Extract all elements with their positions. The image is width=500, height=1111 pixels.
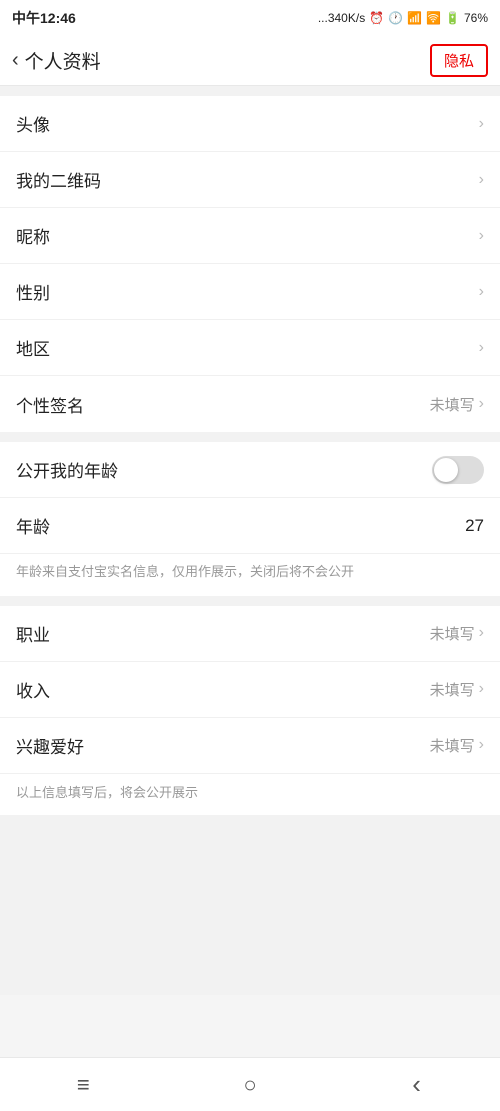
signal-icon: 📶 [407, 11, 422, 25]
battery-icon: 🔋 [445, 11, 460, 25]
signature-right: 未填写 › [430, 394, 484, 415]
wifi-icon: 🛜 [426, 11, 441, 25]
age-label: 年龄 [16, 513, 50, 538]
network-speed: ...340K/s [318, 11, 365, 25]
section-gap-bottom [0, 815, 500, 995]
section3-note: 以上信息填写后，将会公开展示 [0, 774, 500, 815]
signature-chevron-icon: › [479, 395, 484, 413]
public-age-label: 公开我的年龄 [16, 457, 118, 482]
nav-home-button[interactable]: ○ [220, 1065, 280, 1105]
interests-chevron-icon: › [479, 736, 484, 754]
interests-label: 兴趣爱好 [16, 733, 84, 758]
nav-bar: ‹ 个人资料 隐私 [0, 36, 500, 86]
section-gap-2 [0, 432, 500, 442]
gender-chevron-icon: › [479, 283, 484, 301]
profile-section-3: 职业 未填写 › 收入 未填写 › 兴趣爱好 未填写 › 以上信息填写后，将会公… [0, 606, 500, 815]
interests-right: 未填写 › [430, 735, 484, 756]
list-item-gender[interactable]: 性别 › [0, 264, 500, 320]
qrcode-chevron-icon: › [479, 171, 484, 189]
signature-value: 未填写 [430, 394, 475, 415]
public-age-toggle[interactable] [432, 456, 484, 484]
list-item-income[interactable]: 收入 未填写 › [0, 662, 500, 718]
region-chevron-icon: › [479, 339, 484, 357]
age-value: 27 [465, 516, 484, 536]
home-icon: ○ [243, 1072, 256, 1098]
section-gap-3 [0, 596, 500, 606]
status-right: ...340K/s ⏰ 🕐 📶 🛜 🔋 76% [318, 11, 488, 25]
list-item-qrcode[interactable]: 我的二维码 › [0, 152, 500, 208]
occupation-label: 职业 [16, 621, 50, 646]
qrcode-right: › [479, 171, 484, 189]
list-item-interests[interactable]: 兴趣爱好 未填写 › [0, 718, 500, 774]
list-item-nickname[interactable]: 昵称 › [0, 208, 500, 264]
occupation-chevron-icon: › [479, 624, 484, 642]
avatar-label: 头像 [16, 111, 50, 136]
back-button[interactable]: ‹ 个人资料 [12, 47, 101, 74]
profile-section-1: 头像 › 我的二维码 › 昵称 › 性别 › 地区 › 个性签名 未填写 › [0, 96, 500, 432]
signature-label: 个性签名 [16, 392, 84, 417]
avatar-chevron-icon: › [479, 115, 484, 133]
list-item-public-age[interactable]: 公开我的年龄 [0, 442, 500, 498]
list-item-signature[interactable]: 个性签名 未填写 › [0, 376, 500, 432]
list-item-avatar[interactable]: 头像 › [0, 96, 500, 152]
privacy-button[interactable]: 隐私 [430, 44, 488, 77]
toggle-knob [434, 458, 458, 482]
section-gap-top [0, 86, 500, 96]
battery-level: 76% [464, 11, 488, 25]
age-note: 年龄来自支付宝实名信息，仅用作展示，关闭后将不会公开 [0, 554, 500, 596]
list-item-age: 年龄 27 [0, 498, 500, 554]
avatar-right: › [479, 115, 484, 133]
nickname-label: 昵称 [16, 223, 50, 248]
region-right: › [479, 339, 484, 357]
income-label: 收入 [16, 677, 50, 702]
bottom-nav: ≡ ○ ‹ [0, 1057, 500, 1111]
list-item-region[interactable]: 地区 › [0, 320, 500, 376]
clock-icon: 🕐 [388, 11, 403, 25]
region-label: 地区 [16, 335, 50, 360]
status-time: 中午12:46 [12, 8, 76, 28]
nav-menu-button[interactable]: ≡ [53, 1065, 113, 1105]
nav-back-button[interactable]: ‹ [387, 1065, 447, 1105]
menu-icon: ≡ [77, 1072, 90, 1098]
profile-section-2: 公开我的年龄 年龄 27 年龄来自支付宝实名信息，仅用作展示，关闭后将不会公开 [0, 442, 500, 596]
list-item-occupation[interactable]: 职业 未填写 › [0, 606, 500, 662]
page-title: 个人资料 [25, 47, 101, 74]
toggle-container [432, 456, 484, 484]
back-arrow-icon: ‹ [12, 49, 19, 72]
occupation-right: 未填写 › [430, 623, 484, 644]
income-value: 未填写 [430, 679, 475, 700]
occupation-value: 未填写 [430, 623, 475, 644]
alarm-icon: ⏰ [369, 11, 384, 25]
nickname-right: › [479, 227, 484, 245]
gender-right: › [479, 283, 484, 301]
back-nav-icon: ‹ [412, 1069, 421, 1100]
income-right: 未填写 › [430, 679, 484, 700]
status-bar: 中午12:46 ...340K/s ⏰ 🕐 📶 🛜 🔋 76% [0, 0, 500, 36]
income-chevron-icon: › [479, 680, 484, 698]
interests-value: 未填写 [430, 735, 475, 756]
nickname-chevron-icon: › [479, 227, 484, 245]
qrcode-label: 我的二维码 [16, 167, 101, 192]
gender-label: 性别 [16, 279, 50, 304]
